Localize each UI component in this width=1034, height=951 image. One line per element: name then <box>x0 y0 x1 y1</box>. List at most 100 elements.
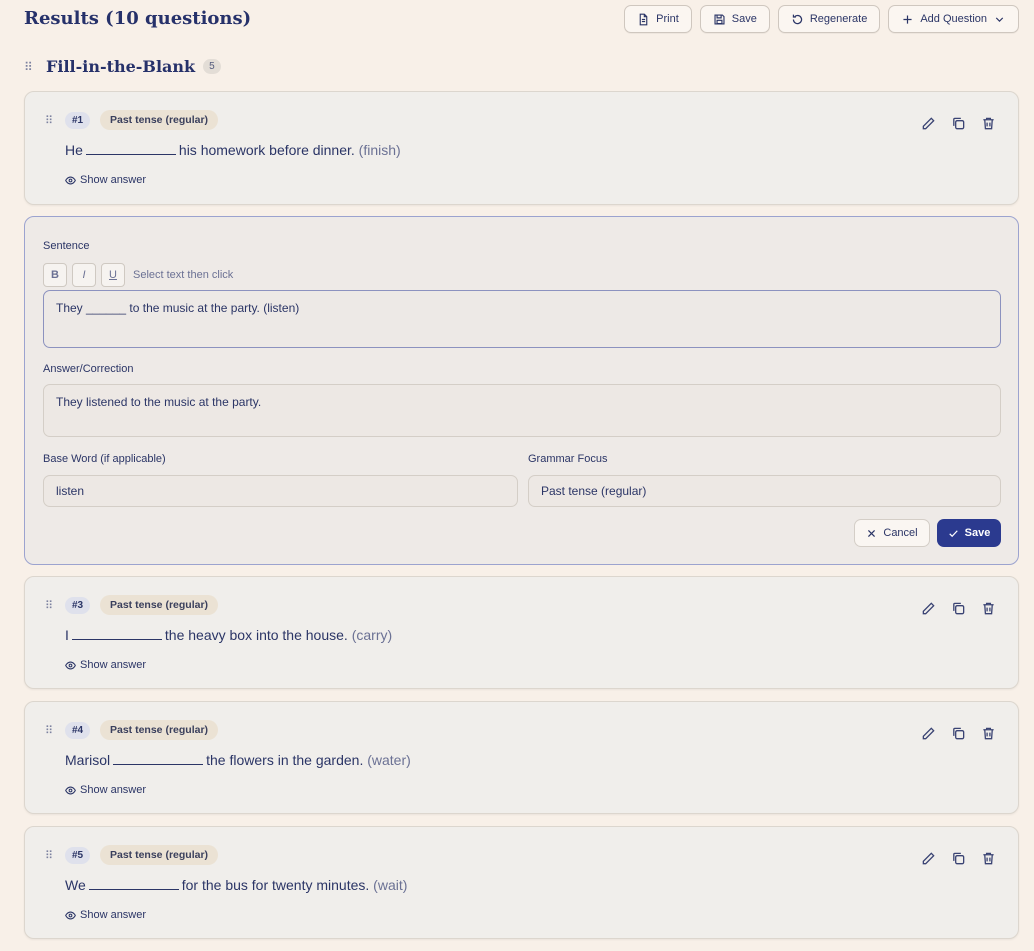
question-number-badge: #4 <box>65 722 91 739</box>
italic-button[interactable]: I <box>72 263 96 287</box>
bold-button[interactable]: B <box>43 263 67 287</box>
regenerate-button[interactable]: Regenerate <box>777 5 881 33</box>
eye-icon <box>65 786 76 794</box>
show-answer-label: Show answer <box>80 174 147 186</box>
check-icon <box>948 529 958 537</box>
base-word-label: Base Word (if applicable) <box>43 453 166 465</box>
toolbar: Print Save Regenerate Add Question <box>624 5 1019 33</box>
cancel-label: Cancel <box>883 527 918 539</box>
question-sentence: Ithe heavy box into the house. (carry) <box>65 627 392 643</box>
question-number-badge: #1 <box>65 112 91 129</box>
pencil-icon[interactable] <box>921 726 936 741</box>
eye-icon <box>65 911 76 919</box>
save-label: Save <box>964 527 991 539</box>
show-answer-label: Show answer <box>80 659 147 671</box>
trash-icon[interactable] <box>981 116 996 131</box>
page-title: Results (10 questions) <box>24 8 252 29</box>
save-top-label: Save <box>731 13 757 25</box>
question-actions <box>921 726 996 741</box>
close-icon <box>868 529 876 537</box>
add-question-label: Add Question <box>920 13 987 25</box>
save-button[interactable]: Save <box>937 519 1001 547</box>
plus-icon <box>903 14 912 24</box>
blank-line <box>71 628 162 640</box>
drag-handle-icon[interactable]: ⠿ <box>45 724 53 737</box>
answer-input[interactable]: They listened to the music at the party. <box>43 384 1001 437</box>
sentence-after: the flowers in the garden. <box>206 752 364 768</box>
save-top-button[interactable]: Save <box>699 5 770 33</box>
regenerate-label: Regenerate <box>809 13 868 25</box>
drag-handle-icon[interactable]: ⠿ <box>45 599 53 612</box>
question-actions <box>921 851 996 866</box>
show-answer-link[interactable]: Show answer <box>65 909 146 921</box>
grammar-tag-badge: Past tense (regular) <box>100 720 219 740</box>
copy-icon[interactable] <box>951 601 966 616</box>
print-button[interactable]: Print <box>624 5 692 33</box>
sentence-after: his homework before dinner. <box>178 142 355 158</box>
question-actions <box>921 601 996 616</box>
drag-handle-icon[interactable]: ⠿ <box>45 114 53 127</box>
floppy-disk-icon <box>714 13 725 25</box>
question-sentence: Marisol the flowers in the garden. (water… <box>65 752 411 768</box>
question-actions <box>921 116 996 131</box>
section-title: Fill-in-the-Blank <box>46 57 196 76</box>
underline-button[interactable]: U <box>101 263 125 287</box>
show-answer-label: Show answer <box>80 784 147 796</box>
grammar-focus-input[interactable]: Past tense (regular) <box>528 475 1001 507</box>
question-card: ⠿ #1 Past tense (regular) He his homework… <box>24 91 1019 205</box>
question-number-badge: #5 <box>65 847 91 864</box>
base-word: (wait) <box>373 877 408 893</box>
grammar-tag-badge: Past tense (regular) <box>100 110 219 130</box>
blank-line <box>85 143 176 155</box>
pencil-icon[interactable] <box>921 851 936 866</box>
question-edit-form: Sentence B I U Select text then click Th… <box>24 216 1019 565</box>
rotate-ccw-icon <box>792 14 803 24</box>
grammar-focus-label: Grammar Focus <box>528 453 608 465</box>
sentence-after: for the bus for twenty minutes. <box>181 877 370 893</box>
pencil-icon[interactable] <box>921 601 936 616</box>
format-toolbar: B I U Select text then click <box>43 263 233 287</box>
grammar-tag-badge: Past tense (regular) <box>100 845 219 865</box>
sentence-label: Sentence <box>43 240 90 252</box>
results-header: Results (10 questions) Print Save Regene… <box>24 0 1019 40</box>
add-question-button[interactable]: Add Question <box>888 5 1019 33</box>
copy-icon[interactable] <box>951 116 966 131</box>
copy-icon[interactable] <box>951 851 966 866</box>
format-hint: Select text then click <box>133 269 234 281</box>
question-number-badge: #3 <box>65 597 91 614</box>
answer-label: Answer/Correction <box>43 363 134 375</box>
pencil-icon[interactable] <box>921 116 936 131</box>
sentence-before: Marisol <box>65 752 111 768</box>
section-count-badge: 5 <box>203 59 221 74</box>
sentence-before: I <box>65 627 69 643</box>
section-header: ⠿ Fill-in-the-Blank 5 <box>24 57 221 76</box>
document-icon <box>639 13 648 25</box>
base-word-input[interactable]: listen <box>43 475 518 507</box>
trash-icon[interactable] <box>981 726 996 741</box>
blank-line <box>88 878 179 890</box>
print-label: Print <box>656 13 679 25</box>
base-word: (finish) <box>358 142 401 158</box>
drag-handle-icon[interactable]: ⠿ <box>24 60 38 74</box>
drag-handle-icon[interactable]: ⠿ <box>45 849 53 862</box>
question-sentence: He his homework before dinner. (finish) <box>65 142 401 158</box>
question-card: ⠿ #5 Past tense (regular) We for the bus … <box>24 826 1019 939</box>
sentence-before: He <box>65 142 83 158</box>
trash-icon[interactable] <box>981 851 996 866</box>
question-card: ⠿ #3 Past tense (regular) Ithe heavy box… <box>24 576 1019 689</box>
show-answer-link[interactable]: Show answer <box>65 659 146 671</box>
base-word: (water) <box>367 752 411 768</box>
trash-icon[interactable] <box>981 601 996 616</box>
eye-icon <box>65 661 76 669</box>
eye-icon <box>65 176 76 184</box>
question-sentence: We for the bus for twenty minutes. (wait) <box>65 877 407 893</box>
show-answer-link[interactable]: Show answer <box>65 174 146 186</box>
cancel-button[interactable]: Cancel <box>854 519 930 547</box>
blank-line <box>113 753 204 765</box>
show-answer-link[interactable]: Show answer <box>65 784 146 796</box>
show-answer-label: Show answer <box>80 909 147 921</box>
sentence-input[interactable]: They ______ to the music at the party. (… <box>43 290 1001 348</box>
chevron-down-icon <box>995 16 1004 22</box>
sentence-after: the heavy box into the house. <box>164 627 348 643</box>
copy-icon[interactable] <box>951 726 966 741</box>
